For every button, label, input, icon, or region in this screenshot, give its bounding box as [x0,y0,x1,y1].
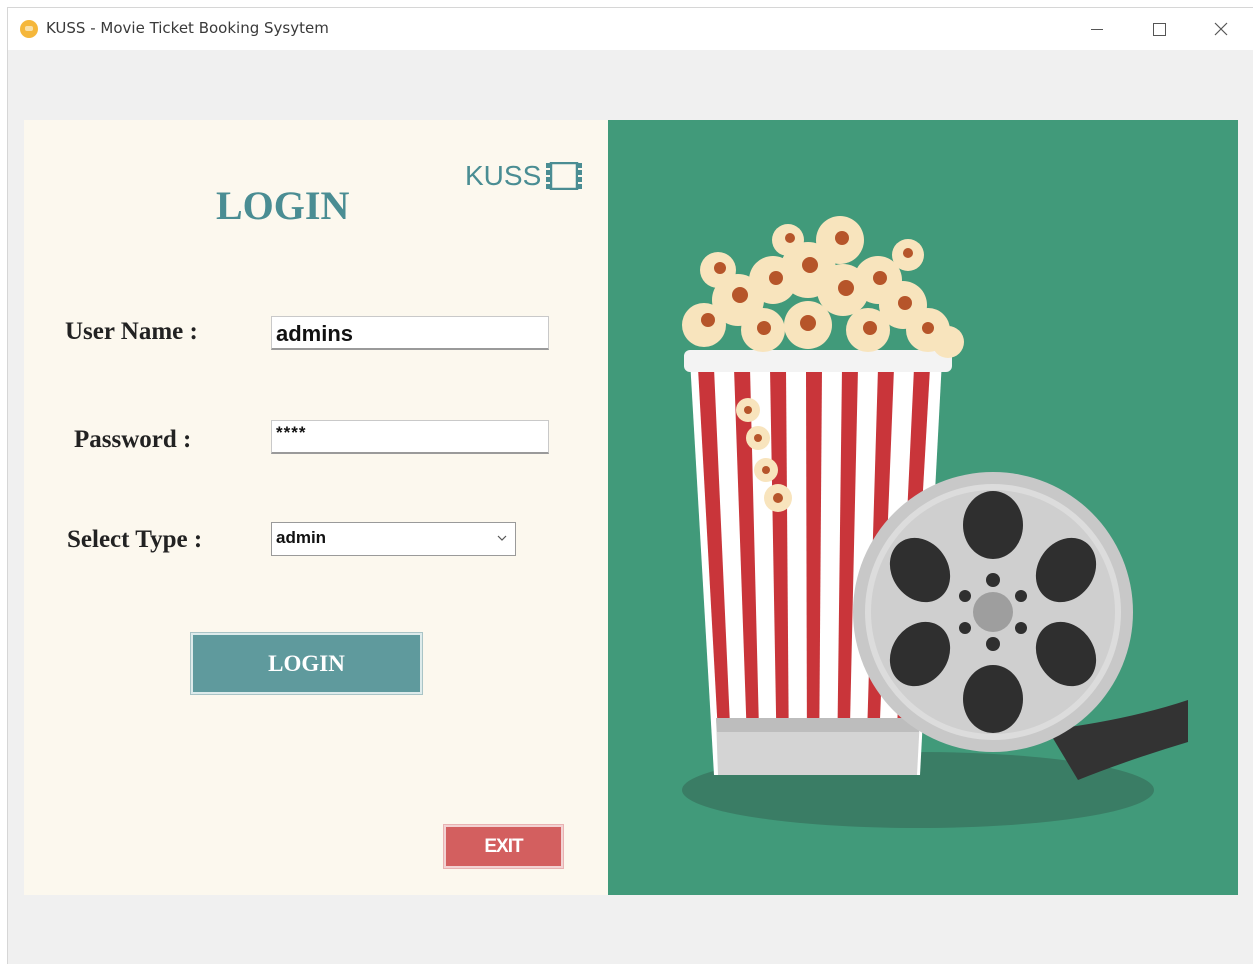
maximize-button[interactable] [1128,8,1190,50]
minimize-button[interactable] [1066,8,1128,50]
film-reel-illustration [853,472,1133,752]
window-title: KUSS - Movie Ticket Booking Sysytem [46,19,329,37]
password-label: Password : [74,426,192,453]
type-label: Select Type : [67,526,203,553]
login-panel: KUSS LOGIN User Name : admins Password :… [24,120,608,895]
maximize-icon [1152,22,1166,36]
close-icon [1214,22,1228,36]
username-input[interactable]: admins [271,316,549,350]
film-strip-icon [546,162,583,190]
app-icon [20,20,38,38]
brand-logo-text: KUSS [465,160,542,191]
illustration-panel [608,120,1238,895]
type-select-value: admin [276,528,327,547]
brand-logo: KUSS [465,160,583,192]
page-title: LOGIN [216,183,350,228]
password-input[interactable]: **** [271,420,549,454]
popcorn-illustration [682,216,1188,828]
type-select[interactable]: admin [271,522,516,556]
minimize-icon [1091,28,1103,30]
app-window: KUSS - Movie Ticket Booking Sysytem KUSS… [8,8,1253,964]
exit-button[interactable]: EXIT [443,824,564,869]
title-bar: KUSS - Movie Ticket Booking Sysytem [8,8,1253,50]
username-label: User Name : [65,318,198,345]
login-button[interactable]: LOGIN [190,632,423,695]
chevron-down-icon [497,535,507,541]
close-button[interactable] [1190,8,1252,50]
